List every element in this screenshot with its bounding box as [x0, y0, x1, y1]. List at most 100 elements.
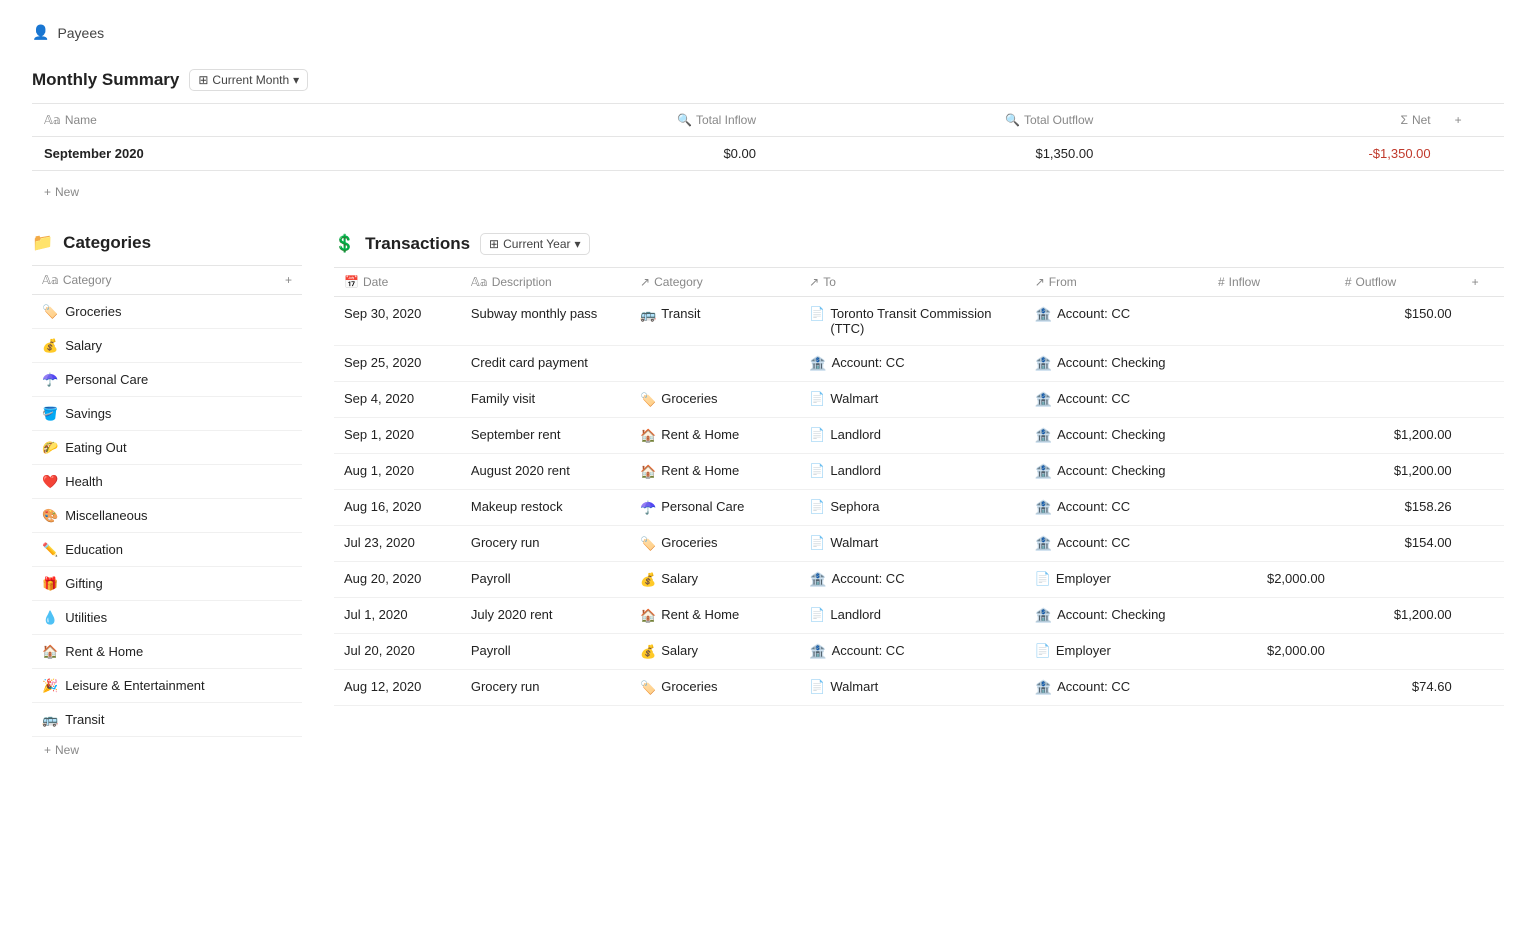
- category-name: Health: [65, 474, 103, 489]
- txn-description: Credit card payment: [461, 346, 630, 382]
- txn-inflow: [1208, 454, 1335, 490]
- category-row[interactable]: ✏️ Education: [32, 533, 302, 567]
- txn-inflow: [1208, 598, 1335, 634]
- category-name: Utilities: [65, 610, 107, 625]
- txn-description: Grocery run: [461, 670, 630, 706]
- summary-new-row[interactable]: + New: [32, 179, 1504, 205]
- transaction-row[interactable]: Aug 1, 2020 August 2020 rent 🏠Rent & Hom…: [334, 454, 1504, 490]
- txn-category: Rent & Home: [661, 427, 739, 442]
- txn-outflow: [1335, 382, 1462, 418]
- txn-description: Payroll: [461, 634, 630, 670]
- txn-outflow: $150.00: [1335, 297, 1462, 346]
- category-row[interactable]: 🎁 Gifting: [32, 567, 302, 601]
- transaction-row[interactable]: Sep 1, 2020 September rent 🏠Rent & Home …: [334, 418, 1504, 454]
- category-row[interactable]: 🚌 Transit: [32, 703, 302, 737]
- category-row[interactable]: 🎉 Leisure & Entertainment: [32, 669, 302, 703]
- category-row[interactable]: 🏷️ Groceries: [32, 295, 302, 329]
- txn-to: 📄 Landlord: [799, 598, 1025, 634]
- categories-new-row[interactable]: + New: [32, 737, 302, 763]
- category-row[interactable]: ❤️ Health: [32, 465, 302, 499]
- category-name: Rent & Home: [65, 644, 143, 659]
- transactions-panel: 💲 Transactions ⊞ Current Year ▾ 📅 Date 𝔸: [334, 233, 1504, 763]
- transaction-row[interactable]: Sep 25, 2020 Credit card payment 🏦 Accou…: [334, 346, 1504, 382]
- monthly-summary-section: Monthly Summary ⊞ Current Month ▾ 𝔸𝕒 Nam…: [32, 69, 1504, 205]
- txn-inflow: [1208, 670, 1335, 706]
- category-icon: 🏠: [42, 644, 58, 660]
- txn-from: 📄 Employer: [1025, 562, 1208, 598]
- txn-description: September rent: [461, 418, 630, 454]
- th-net: Σ Net: [1105, 104, 1442, 137]
- txn-cat-icon: ☂️: [640, 500, 656, 516]
- category-row[interactable]: 💧 Utilities: [32, 601, 302, 635]
- txn-cat-icon: 💰: [640, 572, 656, 588]
- txn-inflow: $2,000.00: [1208, 634, 1335, 670]
- search-icon: 🔍: [677, 113, 692, 127]
- txn-outflow: [1335, 634, 1462, 670]
- th-total-outflow: 🔍 Total Outflow: [768, 104, 1105, 137]
- txn-from: 🏦 Account: Checking: [1025, 346, 1208, 382]
- txn-outflow: [1335, 346, 1462, 382]
- txn-date: Sep 25, 2020: [334, 346, 461, 382]
- transaction-row[interactable]: Sep 30, 2020 Subway monthly pass 🚌Transi…: [334, 297, 1504, 346]
- monthly-period-button[interactable]: ⊞ Current Month ▾: [189, 69, 308, 91]
- transactions-period-button[interactable]: ⊞ Current Year ▾: [480, 233, 589, 255]
- txn-category: Salary: [661, 571, 698, 586]
- transaction-row[interactable]: Aug 16, 2020 Makeup restock ☂️Personal C…: [334, 490, 1504, 526]
- txn-date: Sep 30, 2020: [334, 297, 461, 346]
- category-label: 💰 Salary: [32, 329, 302, 363]
- categories-table: 𝔸𝕒 Category + 🏷️ Groceries 💰 Salary: [32, 265, 302, 737]
- transaction-row[interactable]: Aug 12, 2020 Grocery run 🏷️Groceries 📄 W…: [334, 670, 1504, 706]
- txn-inflow: [1208, 490, 1335, 526]
- txn-from: 🏦 Account: CC: [1025, 670, 1208, 706]
- transaction-row[interactable]: Sep 4, 2020 Family visit 🏷️Groceries 📄 W…: [334, 382, 1504, 418]
- category-name: Miscellaneous: [65, 508, 147, 523]
- category-label: 🎁 Gifting: [32, 567, 302, 601]
- txn-cat-icon: 🚌: [640, 307, 656, 323]
- category-row[interactable]: 🪣 Savings: [32, 397, 302, 431]
- txn-category: Personal Care: [661, 499, 744, 514]
- categories-title-text: Categories: [63, 233, 151, 253]
- category-icon: ✏️: [42, 542, 58, 558]
- category-row[interactable]: 🌮 Eating Out: [32, 431, 302, 465]
- category-row[interactable]: 💰 Salary: [32, 329, 302, 363]
- txn-category: Rent & Home: [661, 607, 739, 622]
- th-txn-plus[interactable]: +: [1462, 268, 1504, 297]
- txn-inflow: [1208, 346, 1335, 382]
- txn-to: 📄 Walmart: [799, 526, 1025, 562]
- txn-cat-icon: 🏷️: [640, 536, 656, 552]
- hash-icon-outflow: #: [1345, 275, 1352, 289]
- transaction-row[interactable]: Jul 1, 2020 July 2020 rent 🏠Rent & Home …: [334, 598, 1504, 634]
- category-icon: ❤️: [42, 474, 58, 490]
- txn-description: Subway monthly pass: [461, 297, 630, 346]
- category-label: 🚌 Transit: [32, 703, 302, 737]
- th-txn-category: ↗ Category: [630, 268, 799, 297]
- category-row[interactable]: 🎨 Miscellaneous: [32, 499, 302, 533]
- transaction-row[interactable]: Jul 20, 2020 Payroll 💰Salary 🏦 Account: …: [334, 634, 1504, 670]
- txn-cat-icon: 🏷️: [640, 680, 656, 696]
- category-row[interactable]: ☂️ Personal Care: [32, 363, 302, 397]
- txn-to: 📄 Walmart: [799, 670, 1025, 706]
- txn-category: Groceries: [661, 535, 717, 550]
- txn-from: 🏦 Account: Checking: [1025, 454, 1208, 490]
- txn-date: Jul 23, 2020: [334, 526, 461, 562]
- txn-date: Sep 1, 2020: [334, 418, 461, 454]
- payees-label: Payees: [57, 25, 104, 41]
- category-row[interactable]: 🏠 Rent & Home: [32, 635, 302, 669]
- th-total-inflow: 🔍 Total Inflow: [431, 104, 768, 137]
- summary-net: -$1,350.00: [1105, 137, 1442, 171]
- category-label: 🏷️ Groceries: [32, 295, 302, 329]
- th-inflow: # Inflow: [1208, 268, 1335, 297]
- th-cat-plus[interactable]: +: [272, 266, 302, 295]
- transaction-row[interactable]: Aug 20, 2020 Payroll 💰Salary 🏦 Account: …: [334, 562, 1504, 598]
- summary-row[interactable]: September 2020 $0.00 $1,350.00 -$1,350.0…: [32, 137, 1504, 171]
- category-icon: 🚌: [42, 712, 58, 728]
- th-category: 𝔸𝕒 Category: [32, 266, 272, 295]
- txn-period-label: Current Year: [503, 237, 570, 251]
- th-plus[interactable]: +: [1443, 104, 1504, 137]
- txn-to: 🏦 Account: CC: [799, 346, 1025, 382]
- transaction-row[interactable]: Jul 23, 2020 Grocery run 🏷️Groceries 📄 W…: [334, 526, 1504, 562]
- hash-icon-inflow: #: [1218, 275, 1225, 289]
- txn-category-cell: 🚌Transit: [630, 297, 799, 346]
- txn-category: Rent & Home: [661, 463, 739, 478]
- txn-from: 📄 Employer: [1025, 634, 1208, 670]
